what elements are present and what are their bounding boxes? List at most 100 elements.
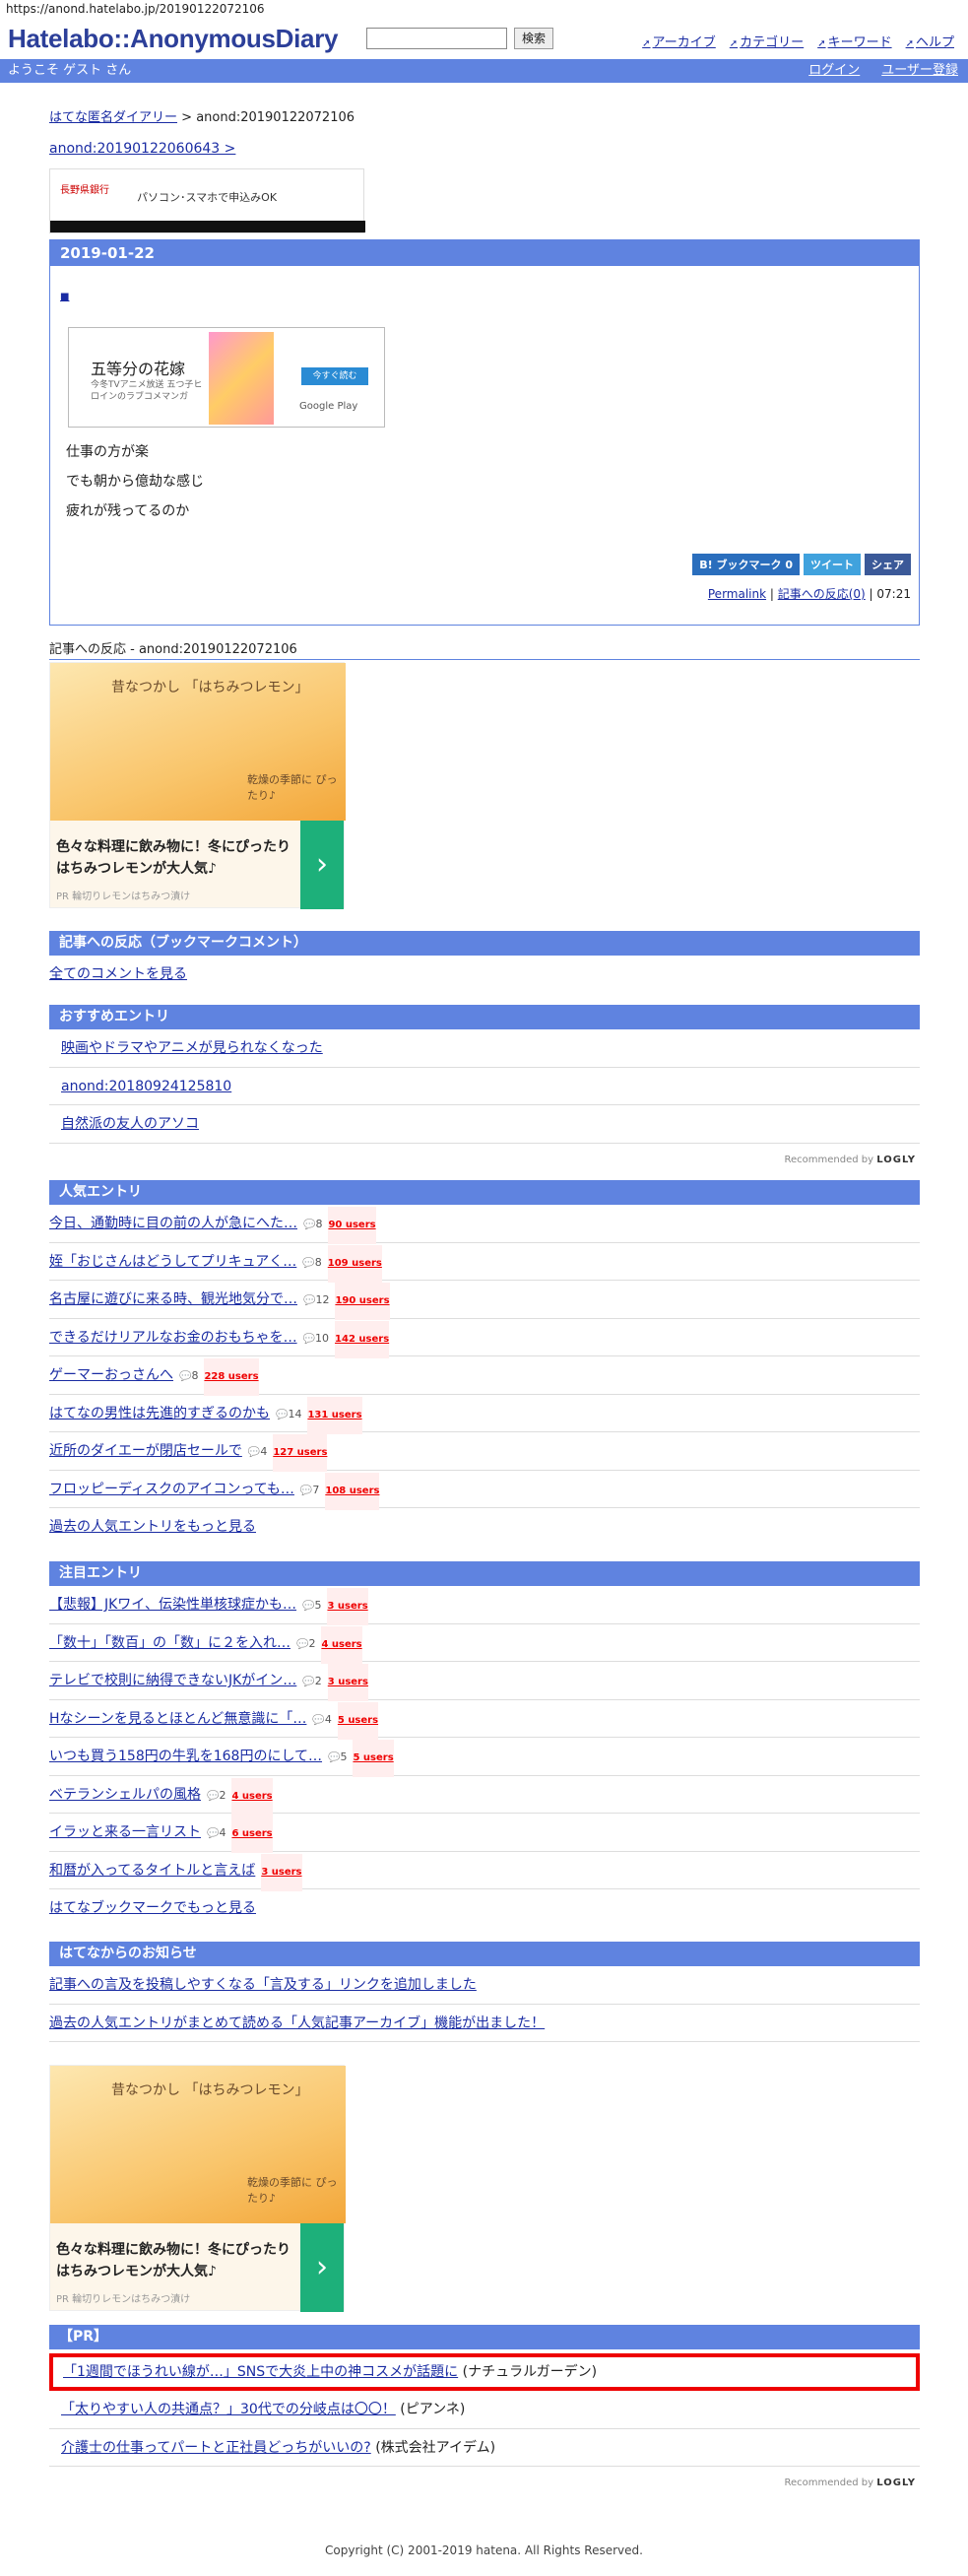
list-item[interactable]: ゲーマーおっさんへ (49, 1367, 173, 1383)
users-badge[interactable]: 228 users (204, 1358, 259, 1396)
list-item[interactable]: 記事への言及を投稿しやすくなる「言及する」リンクを追加しました (49, 1977, 477, 1993)
users-badge[interactable]: 4 users (231, 1777, 273, 1816)
users-badge[interactable]: 5 users (337, 1701, 379, 1740)
list-item[interactable]: フロッピーディスクのアイコンっても… (49, 1482, 294, 1497)
main-content: はてな匿名ダイアリー > anond:20190122072106 anond:… (49, 106, 920, 2488)
welcome-text: ようこそ ゲスト さん (8, 63, 132, 78)
users-badge[interactable]: 142 users (335, 1320, 390, 1358)
ad-banner[interactable]: 長野県銀行 パソコン･スマホで申込みOK (49, 168, 365, 233)
comment-count: 4 (248, 1433, 267, 1472)
list-item[interactable]: 自然派の友人のアソコ (61, 1116, 199, 1132)
users-badge[interactable]: 6 users (231, 1816, 273, 1853)
breadcrumb-current: anond:20190122072106 (196, 110, 355, 125)
list-item[interactable]: Hなシーンを見るとほとんど無意識に「… (49, 1711, 306, 1727)
site-logo[interactable]: Hatelabo::AnonymousDiary (8, 24, 338, 54)
all-comments-link[interactable]: 全てのコメントを見る (49, 966, 187, 982)
honey-lemon-ad-2[interactable]: 昔なつかし 「はちみつレモン」 乾燥の季節に ぴったり♪ 色々な料理に飲み物に！… (49, 2065, 346, 2312)
comment-count: 4 (207, 1815, 226, 1853)
ninki-section: 人気エントリ 今日、通勤時に目の前の人が急にへた…890 users 姪「おじさ… (49, 1180, 920, 1547)
osusume-heading: おすすめエントリ (49, 1005, 920, 1029)
list-item[interactable]: 和暦が入ってるタイトルと言えば (49, 1863, 255, 1879)
users-badge[interactable]: 5 users (353, 1740, 394, 1777)
pr-heading: 【PR】 (49, 2325, 920, 2349)
comment-count: 12 (303, 1282, 329, 1320)
nav-archive[interactable]: アーカイブ (642, 35, 716, 50)
manga-ad[interactable]: 五等分の花嫁 今冬TVアニメ放送 五つ子ヒロインのラブコメマンガ 今すぐ読む G… (68, 327, 385, 428)
oshirase-section: はてなからのお知らせ 記事への言及を投稿しやすくなる「言及する」リンクを追加しま… (49, 1942, 920, 2042)
entry-date: 2019-01-22 (50, 240, 919, 266)
comment-count: 8 (179, 1357, 198, 1396)
comment-count: 5 (302, 1587, 321, 1625)
list-item[interactable]: anond:20180924125810 (61, 1079, 231, 1094)
osusume-section: おすすめエントリ 映画やドラマやアニメが見られなくなった anond:20180… (49, 1005, 920, 1177)
users-badge[interactable]: 3 users (327, 1664, 368, 1701)
list-item[interactable]: 今日、通勤時に目の前の人が急にへた… (49, 1216, 297, 1231)
breadcrumb-home[interactable]: はてな匿名ダイアリー (49, 110, 177, 125)
comment-count: 10 (303, 1320, 329, 1358)
list-item[interactable]: 姪「おじさんはどうしてプリキュアく… (49, 1254, 296, 1270)
ad-arrow-button[interactable]: › (300, 821, 344, 909)
search-input[interactable] (366, 28, 507, 49)
users-badge[interactable]: 90 users (328, 1207, 376, 1244)
chumoku-section: 注目エントリ 【悲報】JKワイ、伝染性単核球症かも…53 users 「数十」「… (49, 1561, 920, 1928)
prev-entry-link[interactable]: anond:20190122060643 > (49, 141, 235, 157)
diary-entry: 2019-01-22 ■ 五等分の花嫁 今冬TVアニメ放送 五つ子ヒロインのラブ… (49, 239, 920, 626)
pr-item[interactable]: 介護士の仕事ってパートと正社員どっちがいいの? (61, 2440, 371, 2456)
star-link[interactable]: ■ (60, 292, 69, 302)
users-badge[interactable]: 4 users (321, 1625, 362, 1664)
share-buttons: B! ブックマーク 0 ツイート シェア (688, 554, 911, 575)
read-now-button[interactable]: 今すぐ読む (301, 367, 368, 385)
register-link[interactable]: ユーザー登録 (881, 63, 958, 78)
comment-count: 8 (303, 1206, 322, 1244)
site-header: Hatelabo::AnonymousDiary 検索 アーカイブカテゴリーキー… (0, 22, 968, 57)
list-item[interactable]: ベテランシェルパの風格 (49, 1787, 201, 1803)
nav-keyword[interactable]: キーワード (817, 35, 891, 50)
chumoku-heading: 注目エントリ (49, 1561, 920, 1586)
list-item[interactable]: 【悲報】JKワイ、伝染性単核球症かも… (49, 1597, 296, 1613)
reactions-link[interactable]: 記事への反応(0) (778, 587, 866, 601)
list-item[interactable]: 映画やドラマやアニメが見られなくなった (61, 1040, 323, 1056)
comment-count: 2 (302, 1663, 322, 1701)
permalink[interactable]: Permalink (708, 587, 766, 601)
list-item[interactable]: いつも買う158円の牛乳を168円のにして… (49, 1749, 322, 1764)
entry-footer: Permalink | 記事への反応(0) | 07:21 (707, 587, 911, 601)
comment-count: 7 (300, 1472, 319, 1510)
list-item[interactable]: 名古屋に遊びに来る時、観光地気分で… (49, 1291, 297, 1307)
list-item[interactable]: イラッと来る一言リスト (49, 1824, 201, 1840)
users-badge[interactable]: 127 users (273, 1434, 328, 1472)
pr-item[interactable]: 「太りやすい人の共通点？」30代での分岐点は〇〇！ (61, 2402, 396, 2417)
honey-lemon-ad[interactable]: 昔なつかし 「はちみつレモン」 乾燥の季節に ぴったり♪ 色々な料理に飲み物に！… (49, 662, 346, 909)
facebook-share-button[interactable]: シェア (865, 554, 911, 575)
ad-arrow-button[interactable]: › (300, 2223, 344, 2312)
comment-count: 2 (207, 1777, 226, 1816)
tweet-button[interactable]: ツイート (804, 554, 861, 575)
hatena-bookmark-button[interactable]: B! ブックマーク 0 (692, 554, 800, 575)
users-badge[interactable]: 190 users (335, 1283, 390, 1320)
comment-count: 2 (296, 1625, 315, 1664)
list-item[interactable]: 「数十」「数百」の「数」に２を入れ… (49, 1635, 290, 1651)
list-item[interactable]: はてなの男性は先進的すぎるのかも (49, 1406, 270, 1421)
chumoku-more-link[interactable]: はてなブックマークでもっと見る (49, 1900, 256, 1916)
users-badge[interactable]: 3 users (261, 1853, 302, 1891)
list-item[interactable]: 過去の人気エントリがまとめて読める「人気記事アーカイブ」機能が出ました！ (49, 2015, 545, 2031)
users-badge[interactable]: 131 users (307, 1396, 362, 1434)
users-badge[interactable]: 108 users (325, 1472, 380, 1510)
ninki-more-link[interactable]: 過去の人気エントリをもっと見る (49, 1519, 256, 1535)
breadcrumb: はてな匿名ダイアリー > anond:20190122072106 (49, 110, 355, 125)
search-button[interactable]: 検索 (514, 28, 553, 49)
list-item[interactable]: テレビで校則に納得できないJKがイン… (49, 1673, 296, 1688)
list-item[interactable]: 近所のダイエーが閉店セールで (49, 1443, 242, 1459)
ninki-heading: 人気エントリ (49, 1180, 920, 1205)
google-play-icon: Google Play (299, 401, 358, 412)
users-badge[interactable]: 109 users (327, 1244, 382, 1283)
pr-item[interactable]: 「1週間でほうれい線が…」SNSで大炎上中の神コスメが話題に (63, 2364, 458, 2380)
nav-help[interactable]: ヘルプ (906, 35, 954, 50)
list-item[interactable]: できるだけリアルなお金のおもちゃを… (49, 1330, 297, 1346)
login-link[interactable]: ログイン (808, 63, 860, 78)
logly-credit: Recommended by LOGLY (784, 2477, 916, 2488)
comment-count: 5 (328, 1739, 347, 1777)
nav-category[interactable]: カテゴリー (730, 35, 804, 50)
users-badge[interactable]: 3 users (327, 1588, 368, 1625)
entry-line: 仕事の方が楽 (66, 444, 149, 460)
header-nav: アーカイブカテゴリーキーワードヘルプ (628, 32, 954, 50)
